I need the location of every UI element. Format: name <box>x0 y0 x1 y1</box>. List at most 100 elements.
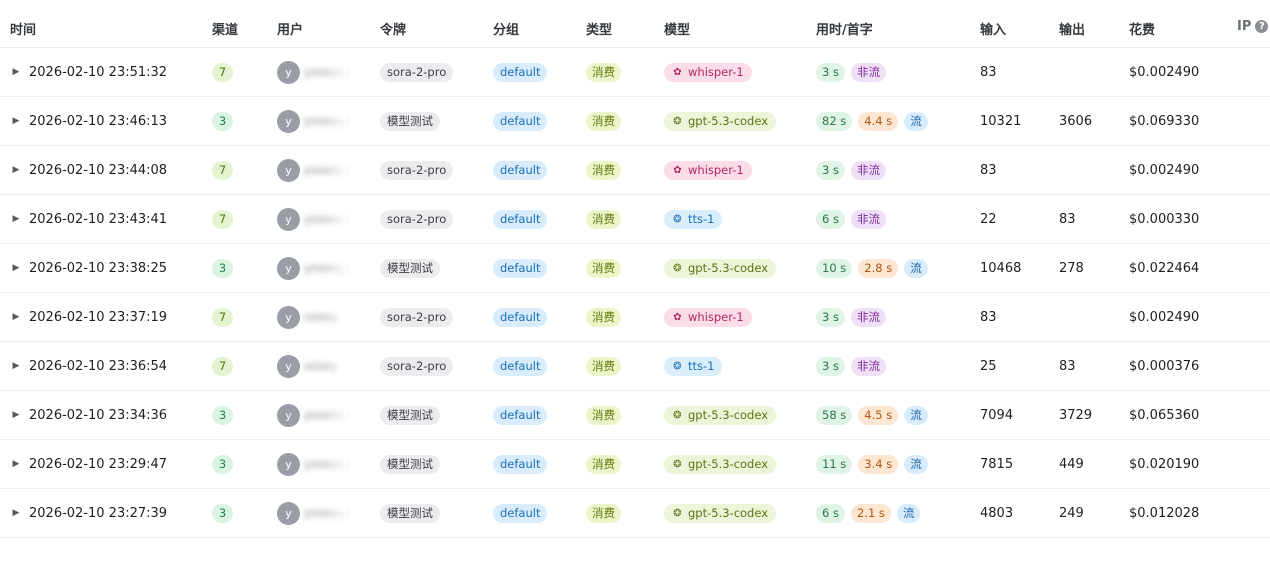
channel-badge[interactable]: 7 <box>212 62 233 82</box>
header-group[interactable]: 分组 <box>493 19 519 38</box>
log-time: 2026-02-10 23:34:36 <box>29 407 168 423</box>
channel-cell: 3 <box>212 244 233 292</box>
token-badge[interactable]: 模型测试 <box>380 503 440 523</box>
model-badge[interactable]: ❂ gpt-5.3-codex <box>664 454 777 474</box>
avatar[interactable]: y <box>277 452 300 476</box>
group-badge[interactable]: default <box>493 160 548 180</box>
header-output[interactable]: 输出 <box>1059 19 1085 38</box>
avatar[interactable]: y <box>277 256 300 280</box>
avatar[interactable]: y <box>277 109 300 133</box>
channel-badge[interactable]: 7 <box>212 160 233 180</box>
token-cell: sora-2-pro <box>380 48 454 96</box>
channel-badge[interactable]: 7 <box>212 356 233 376</box>
avatar[interactable]: y <box>277 354 300 378</box>
table-row[interactable]: ▶ 2026-02-10 23:37:19 7 y nzxxy sora-2-pro def… <box>0 293 1270 342</box>
stream-badge: 流 <box>904 258 928 278</box>
token-cell: 模型测试 <box>380 440 440 488</box>
token-badge[interactable]: sora-2-pro <box>380 356 454 376</box>
model-provider-icon: ❂ <box>673 507 682 519</box>
channel-cell: 3 <box>212 391 233 439</box>
type-badge: 消费 <box>586 356 621 376</box>
avatar[interactable]: y <box>277 403 300 427</box>
header-user[interactable]: 用户 <box>277 19 303 38</box>
expand-row-icon[interactable]: ▶ <box>10 146 22 194</box>
token-cell: sora-2-pro <box>380 195 454 243</box>
token-badge[interactable]: sora-2-pro <box>380 307 454 327</box>
model-badge[interactable]: ❂ gpt-5.3-codex <box>664 111 777 131</box>
expand-row-icon[interactable]: ▶ <box>10 489 22 537</box>
expand-row-icon[interactable]: ▶ <box>10 293 22 341</box>
group-badge[interactable]: default <box>493 209 548 229</box>
channel-badge[interactable]: 3 <box>212 258 233 278</box>
duration-badge: 11 s <box>816 454 853 474</box>
table-row[interactable]: ▶2026-02-10 23:34:363yyxxxxy模型测试default消… <box>0 391 1270 440</box>
model-badge[interactable]: ✿ whisper-1 <box>664 307 752 327</box>
expand-row-icon[interactable]: ▶ <box>10 391 22 439</box>
group-badge[interactable]: default <box>493 307 548 327</box>
first-token-badge: 3.4 s <box>858 454 899 474</box>
expand-row-icon[interactable]: ▶ <box>10 342 22 390</box>
expand-row-icon[interactable]: ▶ <box>10 440 22 488</box>
model-badge[interactable]: ✿ whisper-1 <box>664 62 752 82</box>
model-badge[interactable]: ❂ tts-1 <box>664 356 723 376</box>
header-channel[interactable]: 渠道 <box>212 19 238 38</box>
expand-row-icon[interactable]: ▶ <box>10 48 22 96</box>
type-badge: 消费 <box>586 503 621 523</box>
token-badge[interactable]: 模型测试 <box>380 454 440 474</box>
avatar[interactable]: y <box>277 158 300 182</box>
table-row[interactable]: ▶2026-02-10 23:43:417yyxxxxysora-2-prode… <box>0 195 1270 244</box>
duration-badge: 3 s <box>816 160 845 180</box>
avatar[interactable]: y <box>277 207 300 231</box>
expand-row-icon[interactable]: ▶ <box>10 97 22 145</box>
table-row[interactable]: ▶2026-02-10 23:38:253yynxxxy模型测试default消… <box>0 244 1270 293</box>
channel-badge[interactable]: 7 <box>212 307 233 327</box>
token-badge[interactable]: sora-2-pro <box>380 160 454 180</box>
group-badge[interactable]: default <box>493 503 548 523</box>
header-model[interactable]: 模型 <box>664 19 690 38</box>
header-time[interactable]: 时间 <box>10 19 36 38</box>
table-row[interactable]: ▶2026-02-10 23:29:473yyxxxxy模型测试default消… <box>0 440 1270 489</box>
header-usetime[interactable]: 用时/首字 <box>816 19 873 38</box>
table-row[interactable]: ▶ 2026-02-10 23:36:54 7 y xzsxy sora-2-pro def… <box>0 342 1270 391</box>
expand-row-icon[interactable]: ▶ <box>10 244 22 292</box>
token-badge[interactable]: sora-2-pro <box>380 209 454 229</box>
header-type[interactable]: 类型 <box>586 19 612 38</box>
question-circle-icon[interactable]: ? <box>1255 20 1269 33</box>
channel-badge[interactable]: 3 <box>212 503 233 523</box>
group-badge[interactable]: default <box>493 356 548 376</box>
avatar[interactable]: y <box>277 60 300 84</box>
avatar[interactable]: y <box>277 305 300 329</box>
header-token[interactable]: 令牌 <box>380 19 406 38</box>
group-badge[interactable]: default <box>493 405 548 425</box>
group-badge[interactable]: default <box>493 258 548 278</box>
token-badge[interactable]: 模型测试 <box>380 258 440 278</box>
header-cost[interactable]: 花费 <box>1129 19 1155 38</box>
token-badge[interactable]: 模型测试 <box>380 405 440 425</box>
channel-badge[interactable]: 7 <box>212 209 233 229</box>
user-fade <box>325 146 347 194</box>
usetime-cell: 82 s 4.4 s流 <box>816 97 934 145</box>
channel-badge[interactable]: 3 <box>212 405 233 425</box>
group-badge[interactable]: default <box>493 62 548 82</box>
model-badge[interactable]: ❂ gpt-5.3-codex <box>664 258 777 278</box>
group-badge[interactable]: default <box>493 454 548 474</box>
group-badge[interactable]: default <box>493 111 548 131</box>
expand-row-icon[interactable]: ▶ <box>10 195 22 243</box>
usetime-cell: 6 s 非流 <box>816 195 892 243</box>
header-ip[interactable]: IP? <box>1237 19 1269 34</box>
model-badge[interactable]: ❂ gpt-5.3-codex <box>664 503 777 523</box>
table-row[interactable]: ▶2026-02-10 23:27:393yyxxxxy模型测试default消… <box>0 489 1270 538</box>
table-row[interactable]: ▶2026-02-10 23:44:087yyxxxxysora-2-prode… <box>0 146 1270 195</box>
token-badge[interactable]: sora-2-pro <box>380 62 454 82</box>
model-badge[interactable]: ✿ whisper-1 <box>664 160 752 180</box>
table-row[interactable]: ▶2026-02-10 23:51:327yyxxxxysora-2-prode… <box>0 48 1270 97</box>
model-badge[interactable]: ❂ tts-1 <box>664 209 723 229</box>
channel-badge[interactable]: 3 <box>212 454 233 474</box>
token-badge[interactable]: 模型测试 <box>380 111 440 131</box>
avatar[interactable]: y <box>277 501 300 525</box>
channel-badge[interactable]: 3 <box>212 111 233 131</box>
table-row[interactable]: ▶2026-02-10 23:46:133yyxxxxy模型测试default消… <box>0 97 1270 146</box>
header-input[interactable]: 输入 <box>980 19 1006 38</box>
model-badge[interactable]: ❂ gpt-5.3-codex <box>664 405 777 425</box>
usetime-cell: 11 s 3.4 s流 <box>816 440 934 488</box>
